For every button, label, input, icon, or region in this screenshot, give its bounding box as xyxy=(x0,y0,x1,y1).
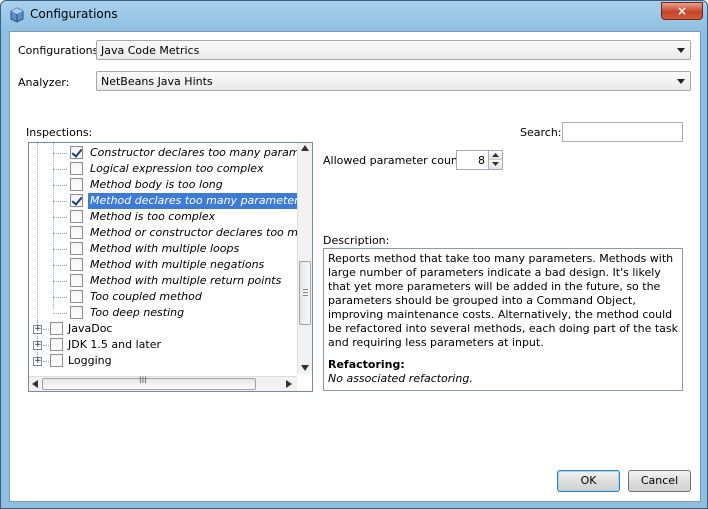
tree-vertical-scroll-thumb[interactable] xyxy=(299,261,311,325)
scroll-left-icon[interactable] xyxy=(32,380,38,388)
dialog-content: Configurations: Java Code Metrics Analyz… xyxy=(9,31,701,502)
expand-plus-icon[interactable]: + xyxy=(33,341,42,350)
cancel-button[interactable]: Cancel xyxy=(628,470,691,492)
group-checkbox[interactable] xyxy=(50,322,63,335)
inspection-label: Method with multiple negations xyxy=(90,258,265,271)
inspection-label: Method body is too long xyxy=(90,178,223,191)
description-text: Reports method that take too many parame… xyxy=(328,252,678,349)
arrow-down-icon xyxy=(492,162,499,166)
inspection-item[interactable]: Method with multiple loops xyxy=(53,241,297,257)
inspection-label: Method or constructor declares too many … xyxy=(90,226,313,239)
tree-vertical-scrollbar[interactable] xyxy=(297,143,312,374)
group-label: Logging xyxy=(68,354,112,367)
search-label: Search: xyxy=(520,126,562,139)
inspection-item[interactable]: Logical expression too complex xyxy=(53,161,297,177)
param-count-value: 8 xyxy=(478,154,485,167)
scroll-up-icon[interactable] xyxy=(301,145,309,151)
inspection-label: Logical expression too complex xyxy=(90,162,264,175)
inspection-checkbox[interactable] xyxy=(70,306,83,319)
refactoring-text: No associated refactoring. xyxy=(328,372,473,385)
close-button[interactable]: × xyxy=(661,2,703,20)
description-panel: Reports method that take too many parame… xyxy=(323,248,683,391)
inspection-item[interactable]: Method with multiple negations xyxy=(53,257,297,273)
spinner-up-button[interactable] xyxy=(489,151,502,160)
analyzer-dropdown[interactable]: NetBeans Java Hints xyxy=(96,71,691,91)
group-label: JavaDoc xyxy=(68,322,113,335)
inspection-checkbox[interactable] xyxy=(70,290,83,303)
scroll-down-icon[interactable] xyxy=(301,365,309,371)
inspection-checkbox[interactable] xyxy=(70,194,83,207)
param-count-label: Allowed parameter count: xyxy=(323,154,466,167)
configurations-dialog: Configurations × Configurations: Java Co… xyxy=(0,0,708,509)
inspection-item[interactable]: Constructor declares too many parameters xyxy=(53,145,312,161)
configurations-selected: Java Code Metrics xyxy=(101,44,200,57)
scroll-grip-icon: III xyxy=(139,376,147,386)
tree-horizontal-scrollbar[interactable]: III xyxy=(29,376,297,391)
inspection-label: Too coupled method xyxy=(90,290,202,303)
param-count-spinner[interactable]: 8 xyxy=(456,150,503,170)
title-bar[interactable]: Configurations × xyxy=(1,1,707,30)
configurations-dropdown[interactable]: Java Code Metrics xyxy=(96,40,691,60)
refactoring-label: Refactoring: xyxy=(328,358,405,371)
scroll-right-icon[interactable] xyxy=(286,380,292,388)
inspection-label: Method declares too many parameters xyxy=(88,193,307,209)
description-label: Description: xyxy=(323,234,390,247)
window-title: Configurations xyxy=(30,7,118,21)
inspection-label: Method with multiple return points xyxy=(90,274,282,287)
inspection-item[interactable]: Too coupled method xyxy=(53,289,297,305)
inspection-item[interactable]: Method with multiple return points xyxy=(53,273,297,289)
search-input[interactable] xyxy=(562,122,683,142)
configurations-label: Configurations: xyxy=(18,44,103,57)
inspection-item[interactable]: Method body is too long xyxy=(53,177,297,193)
expand-plus-icon[interactable]: + xyxy=(33,357,42,366)
inspections-tree: Constructor declares too many parameters… xyxy=(28,142,313,392)
spinner-down-button[interactable] xyxy=(489,160,502,169)
ok-button[interactable]: OK xyxy=(557,470,620,492)
tree-horizontal-scroll-thumb[interactable]: III xyxy=(42,376,256,390)
inspection-label: Method with multiple loops xyxy=(90,242,240,255)
inspection-group[interactable]: + JDK 1.5 and later xyxy=(29,337,297,353)
inspection-checkbox[interactable] xyxy=(70,210,83,223)
inspection-label: Too deep nesting xyxy=(90,306,185,319)
chevron-down-icon xyxy=(677,48,685,53)
inspection-group[interactable]: + Logging xyxy=(29,353,297,369)
analyzer-selected: NetBeans Java Hints xyxy=(101,75,213,88)
group-checkbox[interactable] xyxy=(50,354,63,367)
inspection-item[interactable]: Method or constructor declares too many … xyxy=(53,225,312,241)
inspection-item[interactable]: Method declares too many parameters xyxy=(53,193,307,209)
inspection-item[interactable]: Too deep nesting xyxy=(53,305,297,321)
inspection-label: Constructor declares too many parameters xyxy=(90,146,313,159)
inspection-checkbox[interactable] xyxy=(70,162,83,175)
inspection-checkbox[interactable] xyxy=(70,258,83,271)
inspection-checkbox[interactable] xyxy=(70,178,83,191)
group-label: JDK 1.5 and later xyxy=(68,338,162,351)
inspections-label: Inspections: xyxy=(26,126,93,139)
analyzer-label: Analyzer: xyxy=(18,76,70,89)
netbeans-cube-icon xyxy=(10,7,24,23)
inspection-label: Method is too complex xyxy=(90,210,216,223)
inspection-checkbox[interactable] xyxy=(70,242,83,255)
inspection-checkbox[interactable] xyxy=(70,274,83,287)
arrow-up-icon xyxy=(492,153,499,157)
close-icon: × xyxy=(676,4,688,18)
inspection-item[interactable]: Method is too complex xyxy=(53,209,297,225)
inspection-group[interactable]: + JavaDoc xyxy=(29,321,297,337)
expand-plus-icon[interactable]: + xyxy=(33,325,42,334)
inspection-checkbox[interactable] xyxy=(70,146,83,159)
group-checkbox[interactable] xyxy=(50,338,63,351)
inspection-checkbox[interactable] xyxy=(70,226,83,239)
chevron-down-icon xyxy=(677,79,685,84)
